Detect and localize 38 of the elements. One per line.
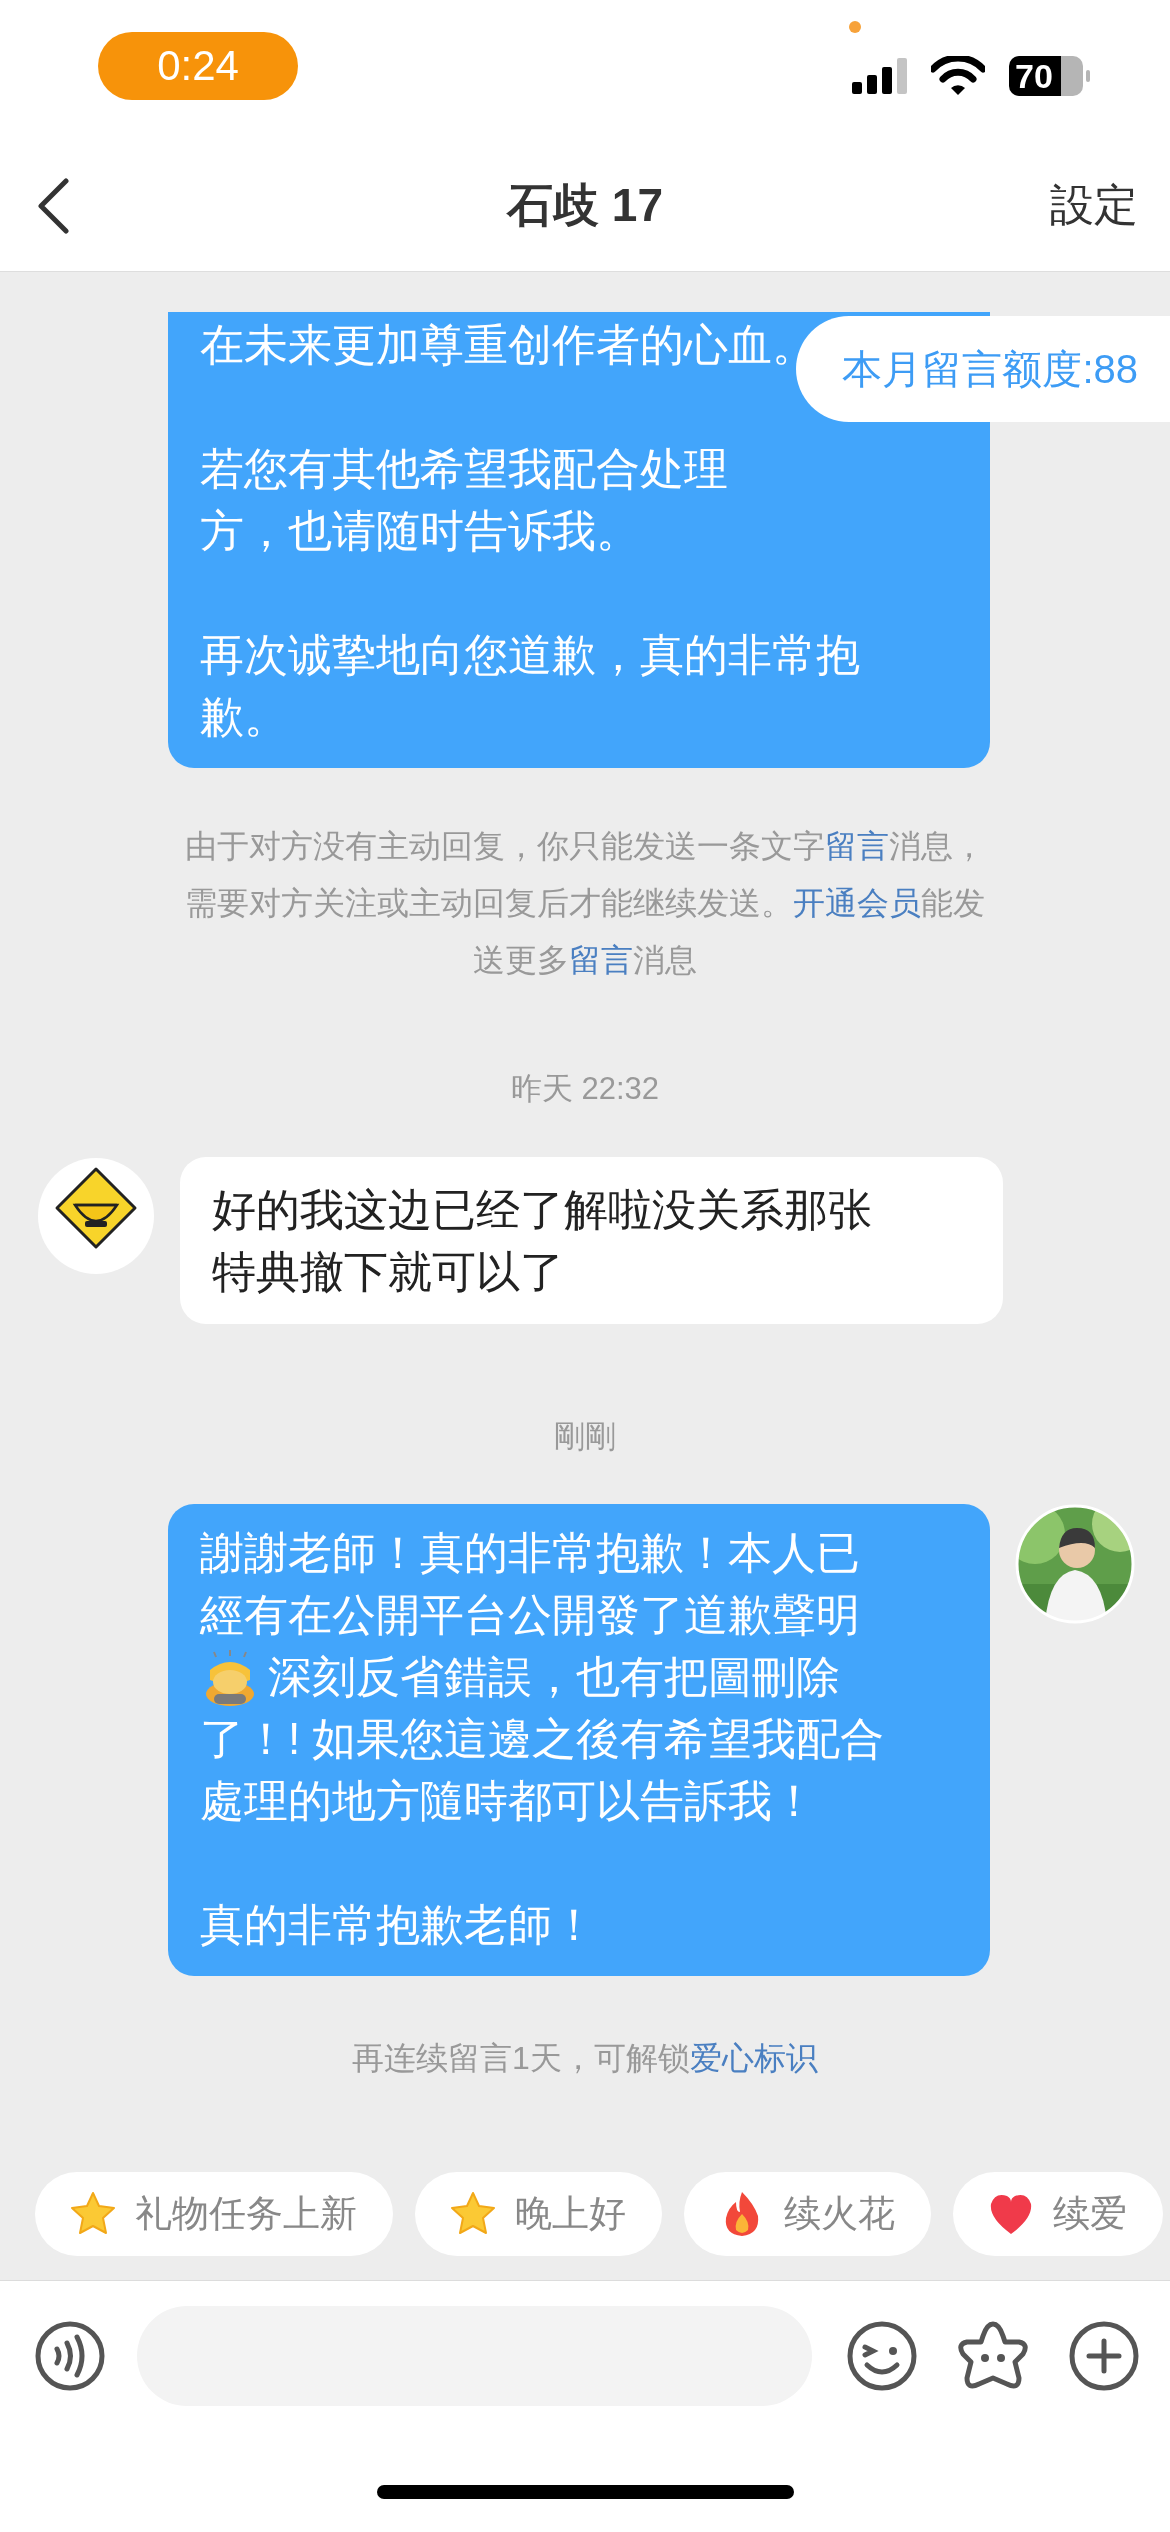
- message-text: 深刻反省錯誤，也有把圖刪除: [268, 1651, 840, 1703]
- notice-text: 再连续留言1天，可解锁爱心标识: [352, 2039, 818, 2078]
- message-text: 歉。: [200, 691, 288, 743]
- voice-icon[interactable]: [35, 2321, 105, 2391]
- message-text: 好的我这边已经了解啦没关系那张: [212, 1184, 872, 1236]
- timestamp: 昨天 22:32: [510, 1070, 660, 1108]
- message-text: 了！! 如果您這邊之後有希望我配合: [200, 1713, 885, 1765]
- message-text: 處理的地方隨時都可以告訴我！: [200, 1775, 816, 1827]
- message-text: 真的非常抱歉老師！: [200, 1899, 596, 1951]
- notice-text: 由于对方没有主动回复，你只能发送一条文字留言消息，需要对方关注或主动回复后才能继续发送。开通会员能发送更多留言消息: [184, 827, 986, 980]
- link[interactable]: 爱心标识: [689, 2040, 818, 2076]
- quick-reply-chip[interactable]: 晚上好: [415, 2172, 662, 2256]
- message-text: 經有在公開平台公開發了道歉聲明: [200, 1589, 860, 1641]
- quota-badge: 本月留言额度:88: [796, 316, 1170, 422]
- message-text: 謝謝老師！真的非常抱歉！本人已: [200, 1527, 860, 1579]
- message-text: 若您有其他希望我配合处理: [200, 443, 728, 495]
- battery-level: 70: [1009, 56, 1083, 96]
- quick-reply-chip[interactable]: 续爱: [953, 2172, 1163, 2256]
- battery-tip-icon: [1086, 70, 1090, 82]
- wink-face-icon[interactable]: [847, 2321, 917, 2391]
- message-text: 再次诚挚地向您道歉，真的非常抱: [200, 629, 860, 681]
- quick-reply-chip[interactable]: 续火花: [684, 2172, 931, 2256]
- link[interactable]: 留言: [569, 942, 633, 978]
- quick-reply-chip[interactable]: 礼物任务上新: [35, 2172, 393, 2256]
- chat-title: 石歧 17: [507, 178, 663, 231]
- bowl-avatar-icon: [37, 1157, 155, 1275]
- wifi-icon: [931, 56, 985, 96]
- settings-button[interactable]: 設定: [1050, 176, 1138, 235]
- message-text: 特典撤下就可以了: [212, 1246, 564, 1298]
- message-text: 方，也请随时告诉我。: [200, 505, 640, 557]
- link[interactable]: 开通会员: [793, 885, 921, 921]
- back-icon[interactable]: [36, 177, 72, 234]
- status-time: 0:24: [98, 32, 298, 100]
- timestamp: 剛剛: [554, 1418, 616, 1456]
- plus-icon[interactable]: [1069, 2321, 1139, 2391]
- signal-icon: [852, 58, 907, 94]
- indicator-dot-icon: [849, 21, 861, 33]
- link[interactable]: 留言: [825, 828, 889, 864]
